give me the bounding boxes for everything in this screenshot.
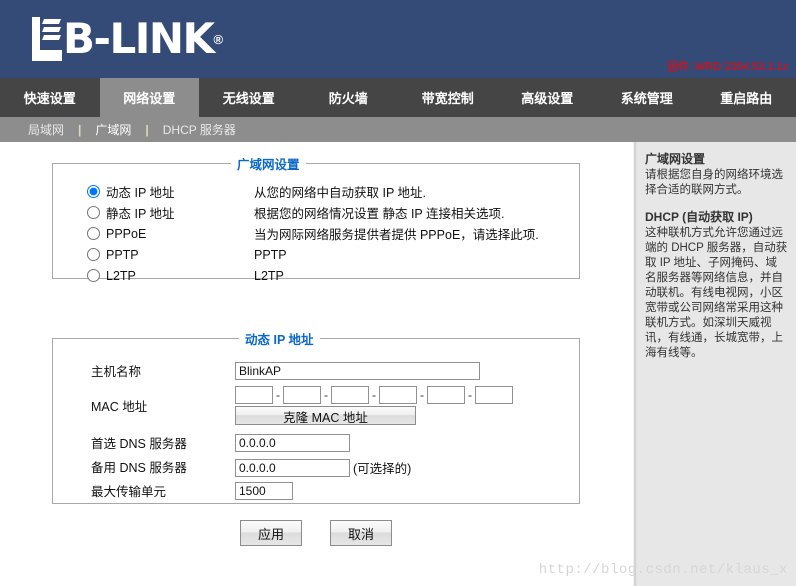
- dynamic-ip-form: 主机名称 MAC 地址 - - -: [53, 348, 579, 502]
- wan-mode-option-pptp[interactable]: PPTP PPTP: [87, 244, 579, 265]
- page-content: 广域网设置 动态 IP 地址 从您的网络中自动获取 IP 地址. 静态 IP 地…: [0, 142, 796, 586]
- secondary-dns-input[interactable]: [235, 459, 350, 477]
- wan-mode-option-static-ip[interactable]: 静态 IP 地址 根据您的网络情况设置 静态 IP 连接相关选项.: [87, 202, 579, 223]
- wan-mode-option-pppoe[interactable]: PPPoE 当为网际网络服务提供者提供 PPPoE，请选择此项.: [87, 223, 579, 244]
- wan-mode-desc-l2tp: L2TP: [254, 269, 284, 283]
- nav-item-reboot[interactable]: 重启路由: [697, 78, 796, 117]
- radio-pptp[interactable]: [87, 248, 100, 261]
- apply-button[interactable]: 应用: [240, 520, 302, 546]
- host-name-label: 主机名称: [53, 362, 235, 382]
- secondary-dns-label: 备用 DNS 服务器: [53, 458, 235, 478]
- dynamic-ip-panel: 动态 IP 地址 主机名称 MAC 地址 - -: [52, 329, 580, 504]
- wan-mode-label-l2tp: L2TP: [106, 269, 254, 283]
- mtu-input[interactable]: [235, 482, 293, 500]
- radio-dynamic-ip[interactable]: [87, 185, 100, 198]
- subnav-item-wan[interactable]: 广域网: [81, 121, 145, 138]
- help-section-1-title: 广域网设置: [645, 152, 788, 167]
- radio-l2tp[interactable]: [87, 269, 100, 282]
- mac-address-fields: - - - - -: [235, 386, 513, 404]
- mac-octet-6[interactable]: [475, 386, 513, 404]
- mac-separator: -: [321, 388, 331, 402]
- radio-pppoe[interactable]: [87, 227, 100, 240]
- mac-octet-1[interactable]: [235, 386, 273, 404]
- wan-mode-desc-static-ip: 根据您的网络情况设置 静态 IP 连接相关选项.: [254, 203, 504, 222]
- mtu-label: 最大传输单元: [53, 482, 235, 502]
- help-section-2-body: 这种联机方式允许您通过远端的 DHCP 服务器，自动获取 IP 地址、子网掩码、…: [645, 226, 788, 361]
- primary-dns-input[interactable]: [235, 434, 350, 452]
- nav-item-quick-setup[interactable]: 快速设置: [0, 78, 100, 117]
- nav-item-system[interactable]: 系统管理: [597, 78, 697, 117]
- mac-separator: -: [369, 388, 379, 402]
- form-actions: 应用 取消: [52, 520, 580, 546]
- lb-link-logo-icon: [32, 17, 62, 61]
- sub-navigation: 局域网 | 广域网 | DHCP 服务器: [0, 117, 796, 142]
- dynamic-ip-legend: 动态 IP 地址: [239, 329, 320, 348]
- nav-item-bandwidth[interactable]: 带宽控制: [398, 78, 498, 117]
- secondary-dns-row: 备用 DNS 服务器 (可选择的): [53, 458, 579, 478]
- host-name-row: 主机名称: [53, 362, 579, 382]
- subnav-item-dhcp[interactable]: DHCP 服务器: [149, 121, 250, 138]
- wan-settings-panel: 广域网设置 动态 IP 地址 从您的网络中自动获取 IP 地址. 静态 IP 地…: [52, 154, 580, 279]
- nav-item-firewall[interactable]: 防火墙: [299, 78, 399, 117]
- firmware-version: 固件: WRD 2354.53.1.1z: [667, 58, 788, 74]
- wan-mode-label-static-ip: 静态 IP 地址: [106, 203, 254, 222]
- mac-octet-4[interactable]: [379, 386, 417, 404]
- main-column: 广域网设置 动态 IP 地址 从您的网络中自动获取 IP 地址. 静态 IP 地…: [0, 142, 633, 586]
- wan-mode-option-dynamic-ip[interactable]: 动态 IP 地址 从您的网络中自动获取 IP 地址.: [87, 181, 579, 202]
- mac-address-row: MAC 地址 - - - - -: [53, 386, 579, 428]
- wan-mode-label-pptp: PPTP: [106, 248, 254, 262]
- wan-mode-desc-dynamic-ip: 从您的网络中自动获取 IP 地址.: [254, 182, 426, 201]
- host-name-input[interactable]: [235, 362, 480, 380]
- mac-octet-3[interactable]: [331, 386, 369, 404]
- wan-mode-label-dynamic-ip: 动态 IP 地址: [106, 182, 254, 201]
- help-section-1-body: 请根据您自身的网络环境选择合适的联网方式。: [645, 168, 788, 198]
- wan-mode-desc-pptp: PPTP: [254, 248, 287, 262]
- nav-item-network[interactable]: 网络设置: [100, 78, 200, 117]
- help-section-2-title: DHCP (自动获取 IP): [645, 210, 788, 225]
- mac-octet-5[interactable]: [427, 386, 465, 404]
- mac-separator: -: [465, 388, 475, 402]
- clone-mac-button[interactable]: 克隆 MAC 地址: [235, 406, 416, 425]
- wan-mode-option-l2tp[interactable]: L2TP L2TP: [87, 265, 579, 286]
- wan-settings-legend: 广域网设置: [231, 154, 306, 173]
- cancel-button[interactable]: 取消: [330, 520, 392, 546]
- mac-octet-2[interactable]: [283, 386, 321, 404]
- secondary-dns-optional-note: (可选择的): [353, 458, 411, 477]
- brand-logo: B-LINK ®: [32, 16, 223, 62]
- mtu-row: 最大传输单元: [53, 482, 579, 502]
- mac-address-label: MAC 地址: [53, 386, 235, 428]
- wan-mode-radio-group: 动态 IP 地址 从您的网络中自动获取 IP 地址. 静态 IP 地址 根据您的…: [53, 173, 579, 286]
- wan-mode-desc-pppoe: 当为网际网络服务提供者提供 PPPoE，请选择此项.: [254, 224, 539, 243]
- nav-item-advanced[interactable]: 高级设置: [498, 78, 598, 117]
- nav-item-wireless[interactable]: 无线设置: [199, 78, 299, 117]
- watermark-text: http://blog.csdn.net/klaus_x: [539, 562, 788, 578]
- subnav-item-lan[interactable]: 局域网: [14, 121, 78, 138]
- registered-mark-icon: ®: [214, 32, 224, 47]
- wan-mode-label-pppoe: PPPoE: [106, 227, 254, 241]
- radio-static-ip[interactable]: [87, 206, 100, 219]
- header-banner: B-LINK ® 固件: WRD 2354.53.1.1z: [0, 0, 796, 78]
- main-navigation: 快速设置 网络设置 无线设置 防火墙 带宽控制 高级设置 系统管理 重启路由: [0, 78, 796, 117]
- brand-name: B-LINK: [63, 17, 214, 61]
- primary-dns-row: 首选 DNS 服务器: [53, 434, 579, 454]
- mac-separator: -: [417, 388, 427, 402]
- help-sidebar: 广域网设置 请根据您自身的网络环境选择合适的联网方式。 DHCP (自动获取 I…: [637, 142, 796, 586]
- mac-separator: -: [273, 388, 283, 402]
- primary-dns-label: 首选 DNS 服务器: [53, 434, 235, 454]
